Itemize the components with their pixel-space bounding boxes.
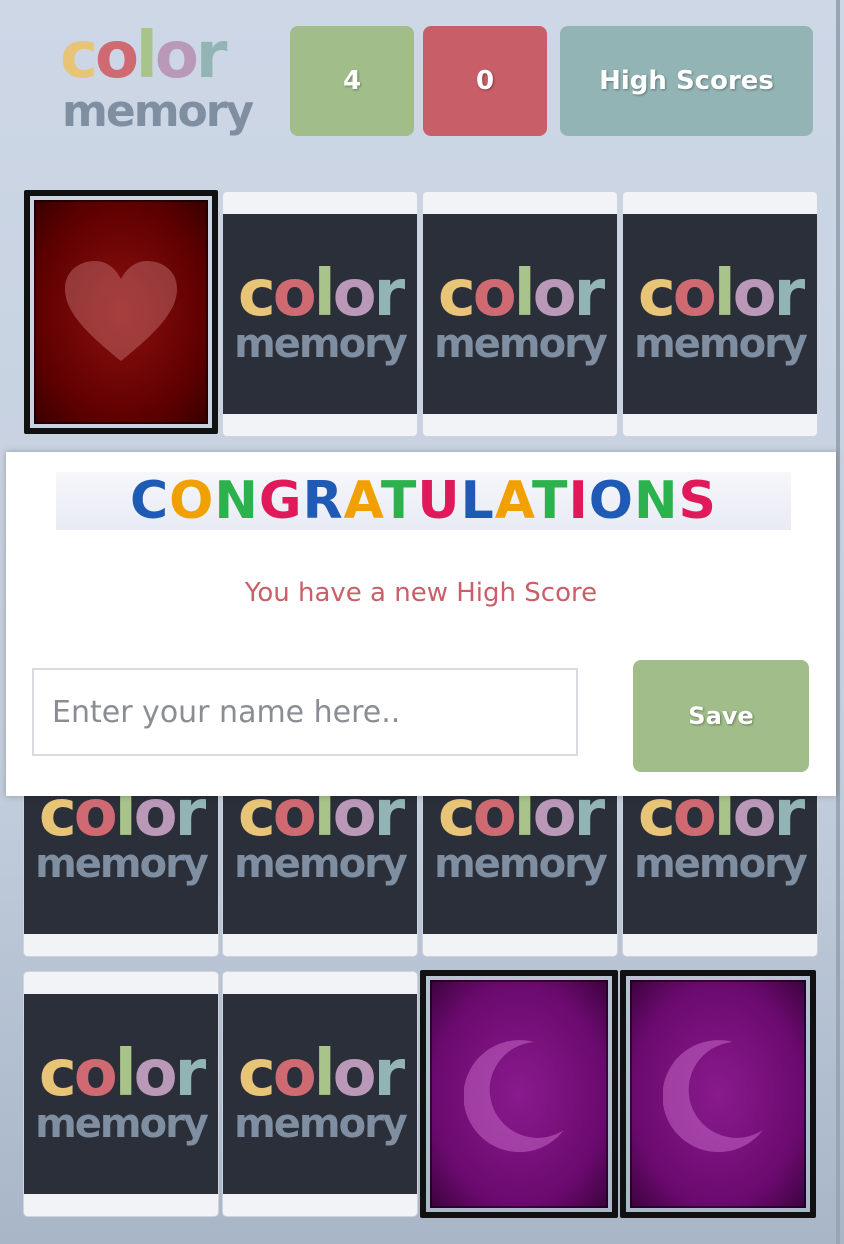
new-high-score-message: You have a new High Score (244, 578, 598, 608)
card-logo-color: color (237, 1037, 405, 1111)
banner-letter: O (588, 471, 635, 531)
high-scores-button[interactable]: High Scores (560, 26, 813, 136)
app-logo: color memory (58, 18, 254, 143)
banner-letter: U (417, 471, 461, 531)
name-input[interactable] (32, 668, 578, 756)
banner-letter: A (343, 471, 381, 531)
banner-letter: S (678, 471, 717, 531)
card-logo-color: color (38, 1037, 206, 1111)
banner-letter: N (214, 471, 259, 531)
card-logo-memory: memory (35, 1101, 209, 1147)
card-logo-memory: memory (634, 841, 808, 887)
card-heart[interactable] (24, 190, 218, 434)
banner-letter: R (302, 471, 344, 531)
banner-letter: I (568, 471, 589, 531)
save-button[interactable]: Save (633, 660, 809, 772)
card-logo-memory: memory (434, 841, 608, 887)
moon-icon (663, 1040, 763, 1153)
banner-letter: T (531, 471, 569, 531)
wrong-attempts-counter: 0 (423, 26, 547, 136)
card-back[interactable]: color memory (223, 972, 417, 1216)
banner-letter: O (169, 471, 215, 531)
banner-letter: G (258, 471, 303, 531)
banner-letter: A (494, 471, 532, 531)
card-moon[interactable] (620, 970, 816, 1218)
card-logo-memory: memory (434, 321, 608, 367)
card-back[interactable]: color memory (423, 192, 617, 436)
card-logo-memory: memory (234, 321, 408, 367)
congratulations-banner: CONGRATULATIONS (56, 472, 791, 530)
card-logo-color: color (437, 257, 605, 331)
logo-word-color: color (60, 19, 227, 93)
card-logo-memory: memory (234, 1101, 408, 1147)
moon-icon (464, 1040, 564, 1153)
card-back[interactable]: color memory (24, 972, 218, 1216)
card-logo-memory: memory (35, 841, 209, 887)
banner-text: CONGRATULATIONS (130, 472, 717, 530)
banner-letter: L (460, 471, 495, 531)
banner-letter: C (130, 471, 170, 531)
high-score-dialog: CONGRATULATIONS You have a new High Scor… (6, 452, 836, 796)
banner-letter: N (634, 471, 679, 531)
card-logo-memory: memory (634, 321, 808, 367)
card-moon[interactable] (420, 970, 618, 1218)
heart-icon (65, 261, 177, 361)
card-back[interactable]: color memory (223, 192, 417, 436)
card-logo-color: color (237, 257, 405, 331)
card-back[interactable]: color memory (623, 192, 817, 436)
correct-pairs-counter: 4 (290, 26, 414, 136)
card-logo-color: color (637, 257, 805, 331)
logo-word-memory: memory (62, 86, 254, 137)
card-logo-memory: memory (234, 841, 408, 887)
banner-letter: T (380, 471, 418, 531)
